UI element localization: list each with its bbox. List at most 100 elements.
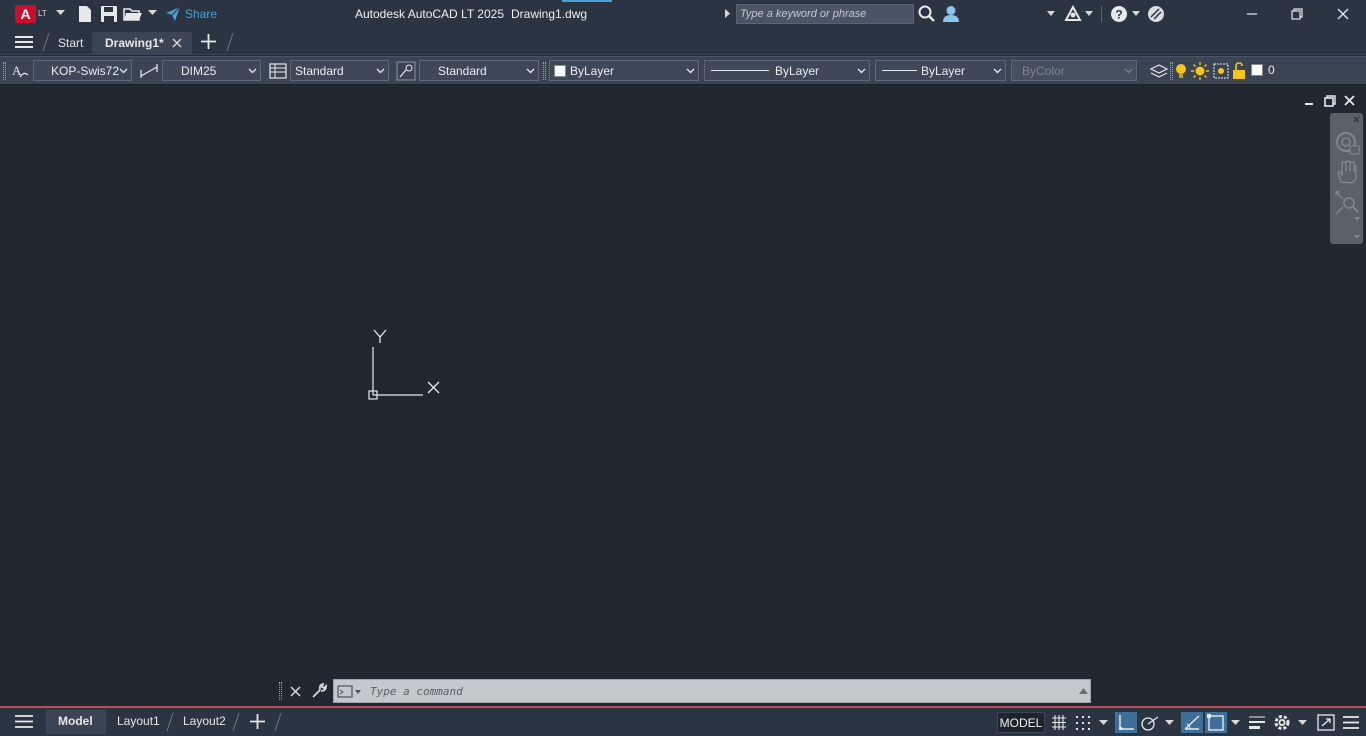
tab-start[interactable]: Start: [58, 32, 83, 54]
layer-thaw-sun-icon[interactable]: [1190, 61, 1210, 81]
command-input[interactable]: Type a command: [333, 679, 1091, 703]
new-file-icon[interactable]: [76, 5, 94, 23]
layout-tabs-menu-icon[interactable]: [15, 714, 33, 729]
lineweight-select[interactable]: ByLayer: [875, 60, 1006, 81]
text-style-select[interactable]: KOP-Swis72: [33, 60, 132, 81]
multileader-style-select[interactable]: Standard: [419, 60, 539, 81]
paper-plane-icon: [166, 6, 181, 21]
lineweight-display-icon[interactable]: [1246, 712, 1268, 733]
model-space-toggle[interactable]: MODEL: [997, 712, 1045, 733]
viewport-minimize-icon[interactable]: [1304, 96, 1314, 106]
steering-wheel-icon[interactable]: [1334, 130, 1360, 156]
lineweight-preview-line: [882, 70, 917, 71]
linetype-select[interactable]: ByLayer: [704, 60, 870, 81]
user-account-icon[interactable]: [942, 5, 960, 23]
polar-chevron-icon[interactable]: [1165, 720, 1174, 726]
object-snap-icon[interactable]: [1205, 712, 1227, 733]
tab-model[interactable]: Model: [58, 714, 93, 728]
account-chevron-icon[interactable]: [1047, 11, 1055, 16]
command-line-close-icon[interactable]: [290, 686, 301, 697]
workspace-gear-icon[interactable]: [1271, 712, 1293, 733]
color-select[interactable]: ByLayer: [549, 60, 699, 81]
chevron-down-icon: [376, 68, 385, 74]
polar-tracking-icon[interactable]: [1139, 712, 1161, 733]
ortho-mode-icon[interactable]: [1115, 712, 1137, 733]
title-accent-line: [562, 0, 612, 2]
command-line-grip[interactable]: [279, 682, 282, 700]
new-layout-plus-icon[interactable]: [250, 714, 265, 729]
object-snap-chevron-icon[interactable]: [1231, 720, 1240, 726]
multileader-style-icon[interactable]: [396, 61, 416, 81]
drawing-canvas[interactable]: [0, 86, 1366, 704]
dimension-style-icon[interactable]: [139, 61, 159, 81]
new-tab-plus-icon[interactable]: [201, 34, 216, 49]
table-style-select[interactable]: Standard: [290, 60, 389, 81]
toolbar-grip[interactable]: [3, 62, 6, 80]
navbar-customize-chevron-icon[interactable]: [1354, 235, 1360, 239]
learning-globe-icon[interactable]: [1147, 5, 1165, 23]
search-icon[interactable]: [918, 5, 936, 23]
workspace-chevron-icon[interactable]: [1298, 720, 1307, 726]
snap-chevron-icon[interactable]: [1099, 720, 1108, 726]
viewport-close-icon[interactable]: [1344, 95, 1355, 106]
toolbar-grip[interactable]: [543, 62, 546, 80]
table-style-icon[interactable]: [268, 61, 288, 81]
layer-on-bulb-icon[interactable]: [1174, 61, 1188, 81]
command-placeholder: Type a command: [370, 685, 463, 698]
app-logo[interactable]: A: [15, 5, 36, 23]
restore-icon[interactable]: [1288, 5, 1306, 23]
zoom-chevron-icon[interactable]: [1354, 217, 1360, 221]
layout-separator: [166, 712, 174, 732]
autodesk-app-icon[interactable]: [1064, 5, 1082, 23]
close-window-icon[interactable]: [1334, 5, 1352, 23]
ucs-icon: X Y: [362, 322, 452, 404]
chevron-down-icon: [686, 68, 695, 74]
text-style-icon[interactable]: A: [10, 61, 30, 81]
tab-layout1[interactable]: Layout1: [117, 714, 160, 728]
qat-more-chevron-icon[interactable]: [148, 10, 157, 16]
viewport-restore-icon[interactable]: [1324, 95, 1336, 107]
chevron-down-icon: [248, 68, 257, 74]
snap-mode-icon[interactable]: [1072, 712, 1094, 733]
chevron-down-icon: [119, 68, 128, 74]
command-line-settings-wrench-icon[interactable]: [311, 683, 327, 699]
toolbar-grip[interactable]: [1170, 62, 1173, 80]
help-icon[interactable]: ?: [1110, 5, 1128, 23]
application-menu-icon[interactable]: [14, 34, 34, 50]
tab-separator: [42, 32, 50, 52]
chevron-down-icon: [526, 68, 535, 74]
search-input[interactable]: Type a keyword or phrase: [736, 4, 914, 24]
color-swatch: [554, 65, 566, 77]
grid-display-icon[interactable]: [1048, 712, 1070, 733]
chevron-down-icon: [857, 68, 866, 74]
pan-hand-icon[interactable]: [1335, 160, 1359, 184]
layer-select[interactable]: 0: [1268, 63, 1275, 77]
full-screen-icon[interactable]: [1315, 712, 1337, 733]
layer-viewport-freeze-icon[interactable]: [1211, 61, 1231, 81]
minimize-icon[interactable]: [1243, 5, 1261, 23]
command-history-up-icon[interactable]: [1079, 688, 1088, 694]
title-bar: A LT Share Autodesk AutoCAD LT 2025 Draw…: [0, 0, 1366, 28]
layer-unlock-icon[interactable]: [1231, 61, 1247, 81]
save-icon[interactable]: [100, 5, 118, 23]
help-chevron-icon[interactable]: [1132, 11, 1140, 16]
search-expand-icon[interactable]: [725, 9, 731, 18]
close-tab-icon[interactable]: [172, 38, 182, 48]
isometric-drafting-icon[interactable]: [1181, 712, 1203, 733]
zoom-extents-icon[interactable]: [1334, 190, 1360, 216]
navigation-bar-close-icon[interactable]: [1353, 116, 1360, 123]
navigation-bar: [1330, 113, 1363, 244]
customization-menu-icon[interactable]: [1340, 712, 1362, 733]
tab-separator-end: [226, 32, 234, 52]
autodesk-chevron-icon[interactable]: [1085, 11, 1093, 16]
tab-layout2[interactable]: Layout2: [183, 714, 226, 728]
app-menu-chevron-icon[interactable]: [56, 10, 65, 16]
chevron-down-icon: [1124, 68, 1133, 74]
dimension-style-select[interactable]: DIM25: [162, 60, 261, 81]
command-prompt-icon[interactable]: [337, 685, 361, 698]
app-logo-badge: LT: [38, 9, 47, 18]
svg-text:?: ?: [1115, 8, 1122, 22]
tab-drawing1[interactable]: Drawing1*: [92, 32, 192, 54]
open-folder-icon[interactable]: [123, 5, 142, 23]
layer-properties-icon[interactable]: [1149, 61, 1169, 81]
